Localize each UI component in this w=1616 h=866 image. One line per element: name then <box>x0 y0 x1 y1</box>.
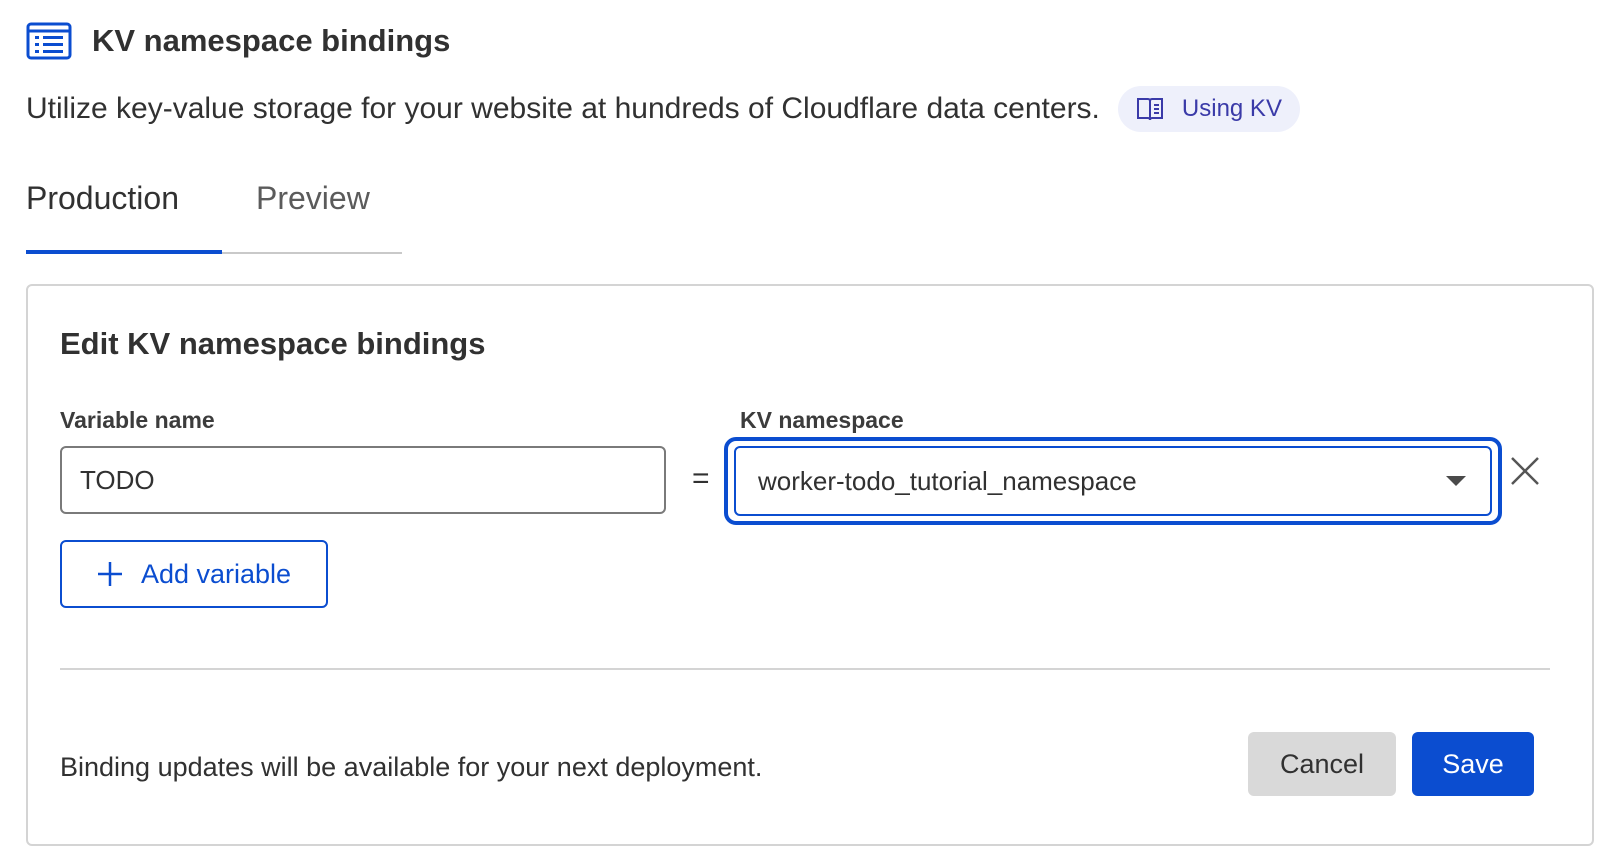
add-variable-button[interactable]: Add variable <box>60 540 328 608</box>
page-title: KV namespace bindings <box>92 23 451 58</box>
page-header: KV namespace bindings <box>26 22 450 60</box>
list-icon <box>26 22 72 60</box>
equals-sign: = <box>692 462 710 495</box>
cancel-button[interactable]: Cancel <box>1248 732 1396 796</box>
edit-bindings-card: Edit KV namespace bindings Variable name… <box>26 284 1594 846</box>
card-title: Edit KV namespace bindings <box>60 326 486 361</box>
environment-tabs: Production Preview <box>26 180 402 254</box>
divider <box>60 668 1550 670</box>
tab-preview[interactable]: Preview <box>256 180 370 252</box>
add-variable-label: Add variable <box>140 558 292 589</box>
variable-name-label: Variable name <box>60 407 215 433</box>
kv-namespace-value: worker-todo_tutorial_namespace <box>758 465 1137 496</box>
close-icon[interactable] <box>1508 454 1542 488</box>
kv-namespace-label: KV namespace <box>740 407 904 433</box>
variable-name-input[interactable] <box>60 446 666 514</box>
tab-production[interactable]: Production <box>26 180 222 254</box>
book-icon <box>1136 98 1163 121</box>
plus-icon <box>97 562 122 586</box>
using-kv-label: Using KV <box>1181 95 1282 122</box>
chevron-down-icon <box>1446 476 1466 486</box>
page-subtitle: Utilize key-value storage for your websi… <box>26 92 1100 125</box>
deployment-note: Binding updates will be available for yo… <box>60 752 763 782</box>
kv-namespace-select[interactable]: worker-todo_tutorial_namespace <box>734 446 1492 516</box>
subtitle-row: Utilize key-value storage for your websi… <box>26 86 1300 132</box>
using-kv-doc-link[interactable]: Using KV <box>1117 86 1300 132</box>
save-button[interactable]: Save <box>1412 732 1534 796</box>
